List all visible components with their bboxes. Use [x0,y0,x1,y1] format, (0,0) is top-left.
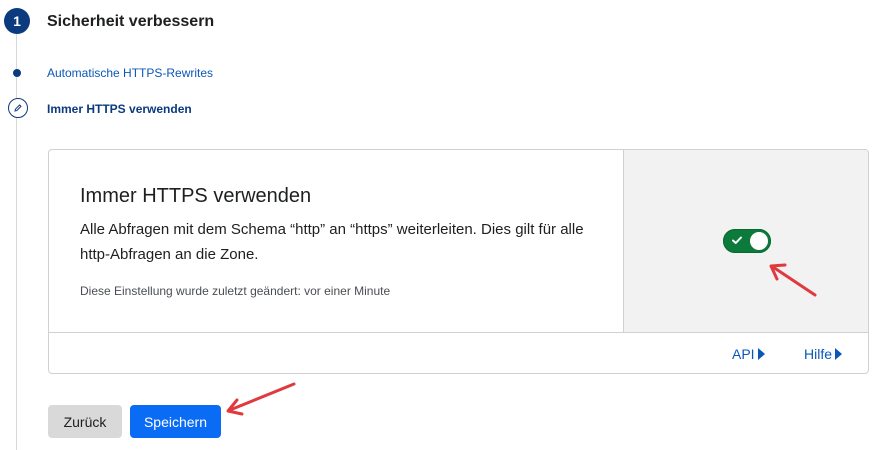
substep-link-https-rewrites[interactable]: Automatische HTTPS-Rewrites [47,66,213,80]
setting-card-footer: API Hilfe [49,333,868,373]
setting-card-control [623,150,868,333]
api-link-label: API [732,346,755,362]
edit-pencil-icon [8,98,28,118]
help-link-label: Hilfe [804,346,833,362]
always-https-toggle[interactable] [723,229,771,253]
step-number-badge: 1 [4,8,30,34]
setting-last-changed: Diese Einstellung wurde zuletzt geändert… [80,284,391,298]
step-title: Sicherheit verbessern [47,13,215,30]
arrow-annotation-icon [226,382,296,416]
back-button[interactable]: Zurück [48,405,122,438]
caret-right-icon [757,348,765,360]
substep-current-always-https: Immer HTTPS verwenden [47,102,192,116]
arrow-annotation-icon [769,263,817,297]
save-button[interactable]: Speichern [130,405,221,438]
substep-dot-icon [13,69,21,77]
help-link[interactable]: Hilfe [804,346,843,362]
setting-card-content: Immer HTTPS verwenden Alle Abfragen mit … [49,150,623,333]
check-icon [732,236,742,244]
toggle-knob [750,232,768,250]
api-link[interactable]: API [732,346,765,362]
caret-right-icon [835,348,843,360]
setting-description: Alle Abfragen mit dem Schema “http” an “… [80,221,584,263]
setting-title: Immer HTTPS verwenden [80,185,312,207]
stepper-line [16,30,17,450]
setting-card: Immer HTTPS verwenden Alle Abfragen mit … [48,149,869,374]
